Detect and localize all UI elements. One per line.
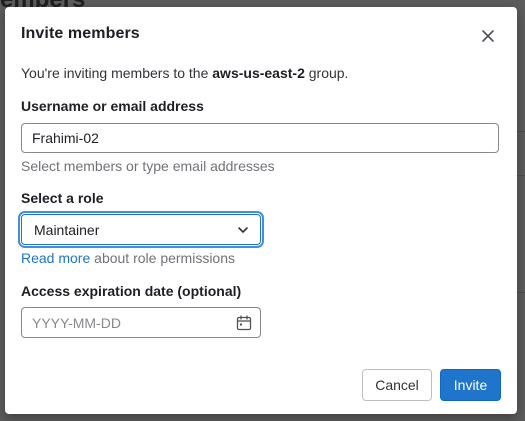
chevron-down-icon	[238, 227, 248, 233]
role-select[interactable]: Maintainer	[21, 214, 261, 245]
group-name: aws-us-east-2	[212, 65, 305, 81]
modal-title: Invite members	[21, 25, 140, 42]
close-button[interactable]	[477, 25, 499, 47]
expiration-date-input[interactable]	[21, 307, 261, 338]
username-help-text: Select members or type email addresses	[21, 158, 275, 174]
role-selected-value: Maintainer	[34, 221, 100, 238]
role-help-text: Read more about role permissions	[21, 250, 235, 266]
intro-prefix: You're inviting members to the	[21, 65, 213, 81]
invite-members-modal: Invite members You're inviting members t…	[5, 7, 517, 414]
invite-button[interactable]: Invite	[440, 369, 501, 401]
read-more-suffix: about role permissions	[90, 250, 236, 266]
read-more-link[interactable]: Read more	[21, 250, 90, 266]
role-label: Select a role	[21, 190, 104, 206]
expiration-label: Access expiration date (optional)	[21, 283, 242, 299]
calendar-icon[interactable]	[236, 315, 252, 331]
intro-suffix: group.	[304, 65, 349, 81]
invite-intro-text: You're inviting members to the aws-us-ea…	[21, 65, 348, 81]
close-icon	[482, 30, 494, 42]
cancel-button[interactable]: Cancel	[362, 369, 432, 401]
username-input[interactable]	[21, 123, 499, 153]
username-label: Username or email address	[21, 98, 204, 114]
